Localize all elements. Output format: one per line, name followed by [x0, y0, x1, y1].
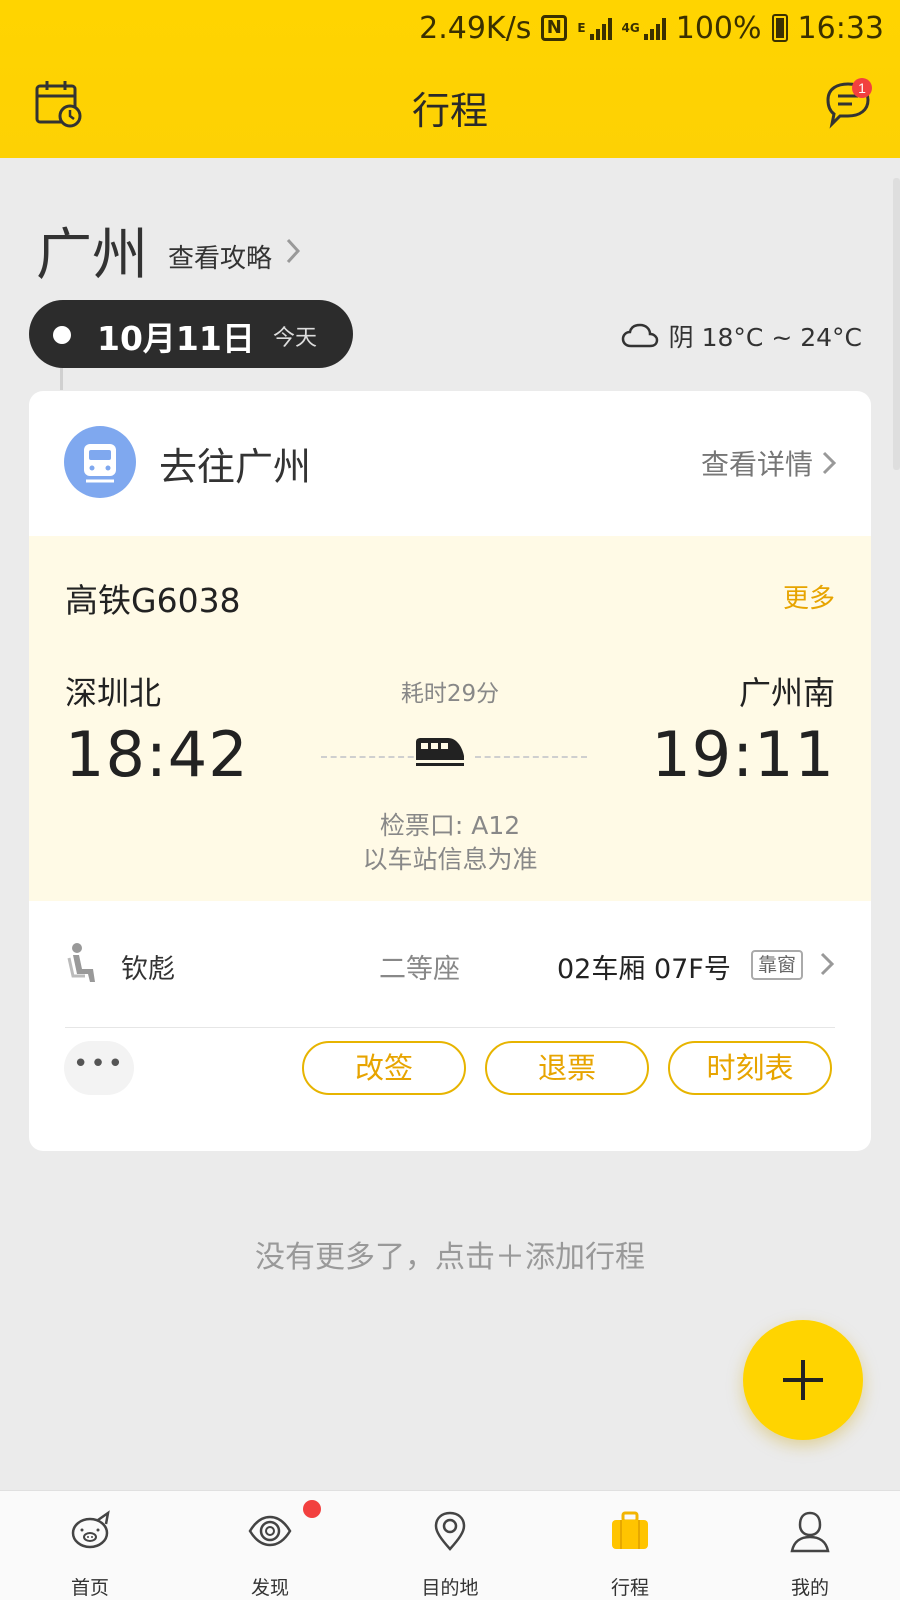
status-bar: 2.49K/s N E 4G 100% 16:33 [419, 8, 884, 48]
signal-icon [589, 16, 612, 40]
nfc-icon: N [541, 15, 568, 41]
departure-time: 18:42 [65, 718, 249, 791]
trip-date: 10月11日 [97, 319, 255, 358]
route-dash-right [475, 756, 587, 758]
nav-label-profile: 我的 [790, 1577, 829, 1599]
location-pin-icon [434, 1511, 466, 1551]
nav-label-home: 首页 [70, 1577, 109, 1599]
e-network-tag: E [577, 21, 586, 35]
nav-label-destination: 目的地 [421, 1577, 479, 1599]
weather-info: 阴 18°C ~ 24°C [621, 318, 862, 354]
battery-percent: 100% [675, 10, 762, 46]
trip-card: 去往广州 查看详情 高铁G6038 更多 深圳北 广州南 18:42 19:11… [29, 391, 871, 1151]
nav-item-destination[interactable]: 目的地 [360, 1491, 540, 1600]
view-details-link[interactable]: 查看详情 [701, 443, 837, 483]
nav-label-discover: 发现 [250, 1577, 289, 1599]
nav-item-profile[interactable]: 我的 [720, 1491, 900, 1600]
pig-home-icon [71, 1510, 110, 1549]
weather-text: 阴 18°C ~ 24°C [668, 323, 862, 352]
train-number: 高铁G6038 [65, 581, 241, 620]
view-details-label: 查看详情 [700, 448, 813, 481]
4g-network-tag: 4G [621, 21, 640, 35]
high-speed-train-icon [416, 738, 464, 766]
nav-item-home[interactable]: 首页 [0, 1491, 180, 1600]
divider [65, 1027, 835, 1028]
chevron-right-icon[interactable] [284, 236, 302, 266]
timeline-dot [53, 326, 71, 344]
chevron-right-icon [822, 451, 837, 475]
seated-passenger-icon [67, 943, 95, 982]
empty-list-note[interactable]: 没有更多了，点击＋添加行程 [0, 1232, 900, 1276]
timetable-button[interactable]: 时刻表 [668, 1041, 832, 1095]
scrollbar[interactable] [893, 178, 900, 470]
discover-notification-dot [303, 1500, 321, 1518]
train-info-panel: 高铁G6038 更多 深圳北 广州南 18:42 19:11 耗时29分 检票口… [29, 536, 871, 901]
arrival-time: 19:11 [651, 718, 835, 791]
date-pill[interactable]: 10月11日 今天 [29, 300, 353, 368]
message-icon[interactable]: 1 [822, 78, 880, 130]
suitcase-icon [612, 1511, 648, 1549]
bottom-nav: 首页 发现 目的地 行程 我的 [0, 1490, 900, 1600]
guide-link[interactable]: 查看攻略 [168, 238, 272, 275]
trip-duration: 耗时29分 [400, 681, 500, 707]
clock: 16:33 [797, 10, 884, 46]
signal-icon-2 [643, 16, 666, 40]
nav-label-trips: 行程 [610, 1577, 649, 1599]
cloud-icon [621, 323, 658, 348]
trip-title: 去往广州 [159, 445, 312, 489]
add-trip-button[interactable] [743, 1320, 863, 1440]
nav-item-discover[interactable]: 发现 [180, 1491, 360, 1600]
nav-item-trips[interactable]: 行程 [540, 1491, 720, 1600]
chevron-right-icon[interactable] [819, 950, 835, 978]
message-badge: 1 [858, 80, 866, 96]
network-speed: 2.49K/s [419, 10, 532, 46]
passenger-name: 钦彪 [121, 954, 175, 985]
page-title: 行程 [411, 89, 488, 133]
eye-discover-icon [248, 1515, 292, 1547]
ticket-gate: 检票口: A12 [379, 811, 521, 840]
user-profile-icon [790, 1511, 830, 1553]
refund-button[interactable]: 退票 [485, 1041, 649, 1095]
battery-icon [771, 14, 788, 42]
more-options-button[interactable]: ••• [64, 1041, 134, 1095]
change-ticket-button[interactable]: 改签 [302, 1041, 466, 1095]
app-header: 2.49K/s N E 4G 100% 16:33 行程 1 [0, 0, 900, 158]
city-name: 广州 [36, 223, 148, 288]
timeline-line [60, 368, 63, 390]
window-seat-badge: 靠窗 [751, 950, 804, 980]
today-label: 今天 [273, 326, 318, 351]
gate-note: 以车站信息为准 [362, 845, 538, 874]
seat-class: 二等座 [379, 954, 460, 985]
train-icon [64, 426, 136, 498]
more-link[interactable]: 更多 [783, 578, 835, 615]
seat-number[interactable]: 02车厢 07F号 [557, 947, 731, 986]
